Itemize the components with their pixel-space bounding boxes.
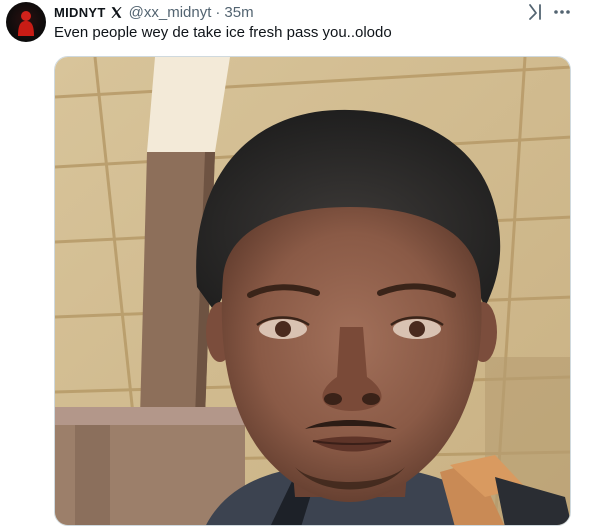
separator-dot: · <box>215 3 221 21</box>
tweet-text: Even people wey de take ice fresh pass y… <box>54 24 392 41</box>
grok-icon[interactable] <box>526 2 546 22</box>
photo-image <box>55 57 570 525</box>
avatar-figure-icon <box>18 11 34 36</box>
tweet-header: MIDNYT @xx_midnyt · 35m <box>54 2 254 22</box>
more-options-icon[interactable] <box>551 2 573 22</box>
tweet-photo[interactable] <box>54 56 571 526</box>
avatar[interactable] <box>6 2 46 42</box>
x-logo-icon <box>110 5 124 19</box>
timestamp[interactable]: 35m <box>224 4 253 21</box>
tweet[interactable]: MIDNYT @xx_midnyt · 35m Even people wey … <box>0 0 609 526</box>
display-name[interactable]: MIDNYT <box>54 5 106 20</box>
user-handle[interactable]: @xx_midnyt <box>129 4 212 21</box>
